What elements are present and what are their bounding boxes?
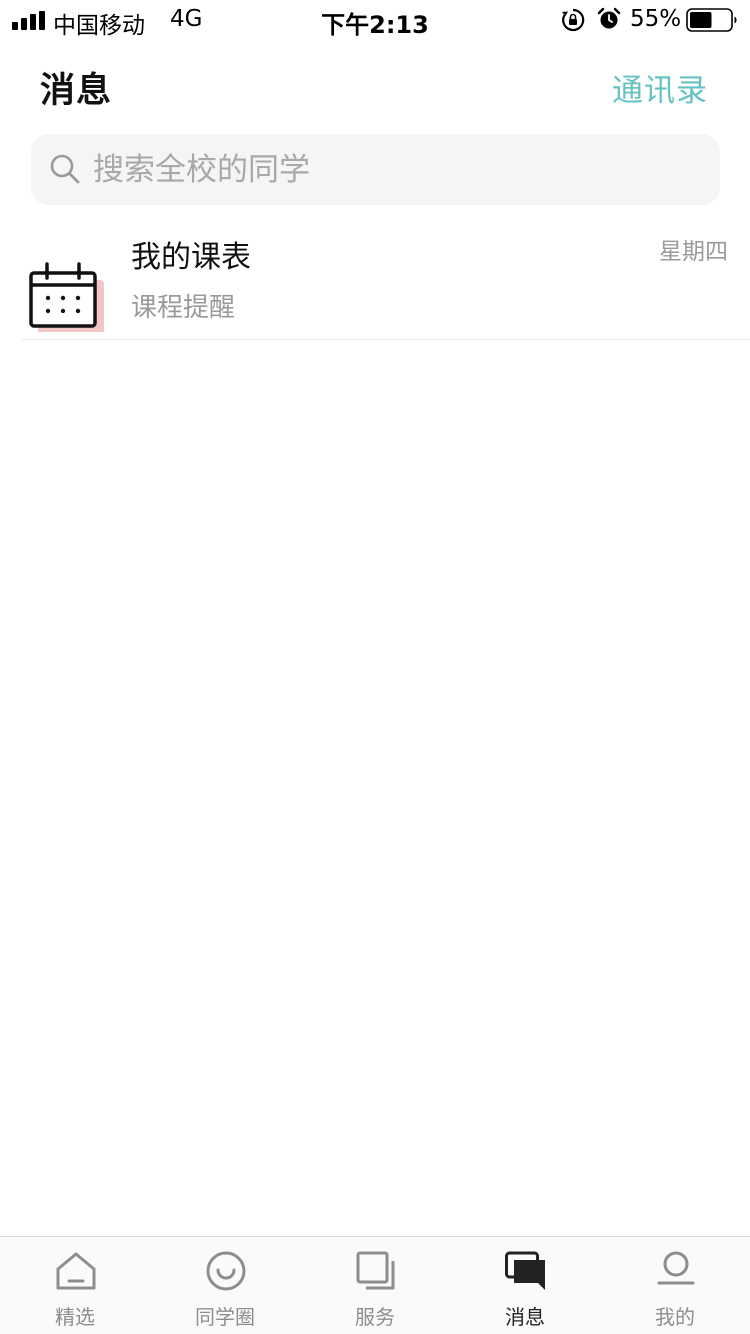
tab-classmates[interactable]: 同学圈 [150, 1237, 300, 1334]
tab-messages[interactable]: 消息 [450, 1237, 600, 1334]
search-icon [50, 154, 80, 184]
battery-percentage: 55% [630, 6, 682, 32]
tab-services[interactable]: 服务 [300, 1237, 450, 1334]
tab-label: 我的 [655, 1305, 695, 1329]
list-item-subtitle: 课程提醒 [131, 293, 236, 323]
page-title: 消息 [40, 71, 113, 111]
tab-label: 服务 [355, 1305, 395, 1329]
alarm-icon [597, 7, 621, 29]
list-item-time: 星期四 [659, 239, 728, 265]
chat-icon [505, 1251, 545, 1290]
list-item[interactable]: 我的课表 课程提醒 星期四 [0, 216, 750, 340]
search-input[interactable] [93, 134, 693, 205]
list-divider [22, 339, 750, 340]
list-item-title: 我的课表 [131, 240, 251, 275]
messages-screen: 中国移动 4G 下午2:13 55% 消息 通讯录 搜索全校的同学 我的课表 课… [0, 0, 750, 1334]
tab-featured[interactable]: 精选 [0, 1237, 150, 1334]
tab-label: 精选 [55, 1305, 95, 1329]
tab-bar: 精选 同学圈 服务 消息 我的 [0, 1236, 750, 1334]
smile-icon [206, 1251, 246, 1291]
rotation-lock-icon [562, 8, 585, 32]
contacts-link[interactable]: 通讯录 [612, 65, 708, 110]
status-bar: 中国移动 4G 下午2:13 55% [0, 0, 750, 40]
profile-icon [657, 1251, 695, 1285]
tab-profile[interactable]: 我的 [600, 1237, 750, 1334]
battery-icon [686, 8, 737, 32]
tab-label: 同学圈 [195, 1305, 255, 1329]
service-icon [356, 1251, 395, 1290]
tab-label: 消息 [505, 1305, 545, 1329]
search-bar[interactable] [31, 134, 720, 205]
home-icon [56, 1252, 96, 1290]
calendar-icon [29, 262, 104, 332]
